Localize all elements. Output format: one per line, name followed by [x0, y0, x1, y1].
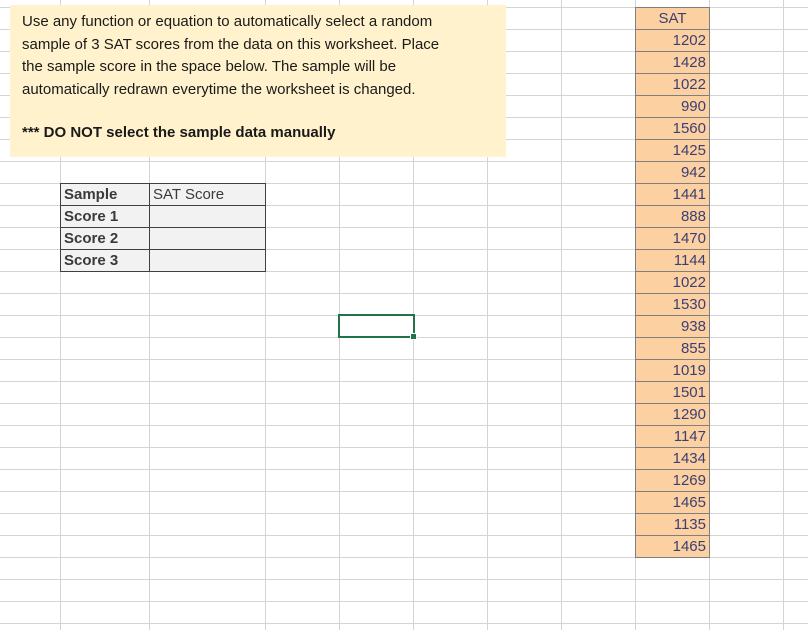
sat-data-cell[interactable]: 1147 [635, 425, 710, 448]
score-1-value-cell[interactable] [149, 205, 266, 228]
sat-data-cell[interactable]: 1202 [635, 29, 710, 52]
sat-data-cell[interactable]: 1425 [635, 139, 710, 162]
sat-score-header-cell[interactable]: SAT Score [149, 183, 266, 206]
sat-data-cell[interactable]: 1470 [635, 227, 710, 250]
score-2-value-cell[interactable] [149, 227, 266, 250]
active-cell-selection[interactable] [338, 314, 417, 340]
instruction-line-1: Use any function or equation to automati… [22, 13, 433, 30]
sat-data-cell[interactable]: 1560 [635, 117, 710, 140]
score-3-value-cell[interactable] [149, 249, 266, 272]
sat-data-cell[interactable]: 1022 [635, 271, 710, 294]
sat-data-cell[interactable]: 1501 [635, 381, 710, 404]
sat-data-cell[interactable]: 1465 [635, 535, 710, 558]
sat-data-cell[interactable]: 855 [635, 337, 710, 360]
sat-data-cell[interactable]: 1441 [635, 183, 710, 206]
sat-data-cell[interactable]: 938 [635, 315, 710, 338]
grid-column-line [561, 0, 562, 630]
sat-data-cell[interactable]: 1434 [635, 447, 710, 470]
fill-handle[interactable] [410, 333, 417, 340]
instructions-textbox: Use any function or equation to automati… [10, 5, 506, 157]
warning-text: *** DO NOT select the sample data manual… [22, 124, 336, 141]
sat-data-cell[interactable]: 1290 [635, 403, 710, 426]
sat-data-cell[interactable]: 1144 [635, 249, 710, 272]
sat-data-cell[interactable]: 1465 [635, 491, 710, 514]
sat-data-header-cell[interactable]: SAT Score [635, 7, 710, 48]
instruction-line-4: automatically redrawn everytime the work… [22, 80, 416, 98]
sat-data-cell[interactable]: 1019 [635, 359, 710, 382]
sat-data-cell[interactable]: 1428 [635, 51, 710, 74]
sat-data-cell[interactable]: 1269 [635, 469, 710, 492]
grid-column-line [783, 0, 784, 630]
sample-header-cell[interactable]: Sample [60, 183, 150, 206]
instruction-line-3: the sample score in the space below. The… [22, 58, 397, 75]
sat-data-cell[interactable]: 1530 [635, 293, 710, 316]
sat-data-cell[interactable]: 990 [635, 95, 710, 118]
sat-data-cell[interactable]: 888 [635, 205, 710, 228]
score-2-label-cell[interactable]: Score 2 [60, 227, 150, 250]
score-3-label-cell[interactable]: Score 3 [60, 249, 150, 272]
sat-data-cell[interactable]: 1022 [635, 73, 710, 96]
sat-data-cell[interactable]: 1135 [635, 513, 710, 536]
sat-data-cell[interactable]: 942 [635, 161, 710, 184]
score-1-label-cell[interactable]: Score 1 [60, 205, 150, 228]
instruction-line-2: sample of 3 SAT scores from the data on … [22, 35, 440, 53]
